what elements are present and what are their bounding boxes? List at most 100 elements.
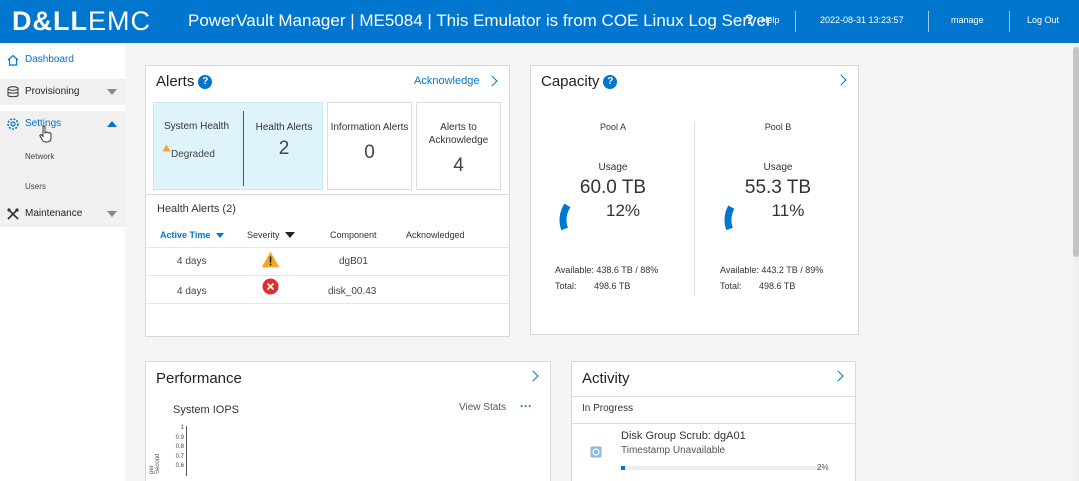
y-axis-line — [186, 426, 187, 476]
chevron-up-icon — [107, 121, 117, 127]
column-header-active-time[interactable]: Active Time — [160, 230, 224, 240]
help-circle-icon[interactable]: ? — [198, 75, 213, 89]
row-component: dgB01 — [339, 256, 368, 267]
divider — [572, 423, 855, 424]
top-header: D&LLEMC PowerVault Manager | ME5084 | Th… — [0, 0, 1079, 43]
task-progress-fill — [621, 466, 625, 470]
row-active-time: 4 days — [177, 286, 207, 297]
row-active-time: 4 days — [177, 256, 207, 267]
activity-title: Activity — [582, 370, 630, 387]
tile-value: 0 — [364, 142, 375, 163]
task-progress-bar — [621, 466, 821, 470]
logout-link[interactable]: Log Out — [1027, 15, 1059, 25]
help-link[interactable]: Help — [761, 15, 780, 25]
task-timestamp: Timestamp Unavailable — [621, 445, 726, 456]
sort-down-icon — [285, 232, 296, 238]
header-datetime: 2022-08-31 13:23:57 — [820, 15, 904, 25]
more-options-icon[interactable]: ··· — [520, 399, 532, 413]
header-divider — [1009, 11, 1010, 32]
table-row[interactable]: 4 days disk_00.43 — [146, 276, 509, 303]
chevron-right-icon[interactable] — [486, 75, 498, 87]
row-component: disk_00.43 — [328, 286, 377, 297]
column-header-severity[interactable]: Severity — [247, 230, 296, 240]
usage-tb: 55.3 TB — [744, 177, 812, 198]
alerts-to-acknowledge-tile[interactable]: Alerts to Acknowledge 4 — [416, 102, 501, 190]
pool-name: Pool B — [764, 122, 792, 132]
health-tiles[interactable]: System Health Degraded Health Alerts 2 — [153, 102, 323, 190]
pool-b-available: Available: 443.2 TB / 89% — [720, 265, 824, 275]
column-header-component[interactable]: Component — [330, 230, 377, 240]
pool-divider — [694, 122, 695, 296]
help-icon[interactable]: ? — [745, 11, 754, 27]
capacity-title: Capacity? — [541, 73, 618, 90]
chevron-right-icon[interactable] — [835, 74, 847, 86]
disk-group-icon — [590, 446, 602, 458]
activity-panel: Activity In Progress Disk Group Scrub: d… — [571, 361, 856, 481]
usage-label: Usage — [763, 162, 793, 173]
sort-down-icon — [215, 233, 224, 238]
sidebar-item-label: Dashboard — [25, 54, 74, 65]
usage-tb: 60.0 TB — [579, 177, 647, 198]
tile-label: Information Alerts — [330, 122, 409, 133]
tile-value: 2 — [278, 138, 290, 159]
task-name: Disk Group Scrub: dgA01 — [621, 430, 746, 442]
scrollbar-thumb[interactable] — [1073, 47, 1079, 257]
header-divider — [795, 11, 796, 32]
task-percent: 2% — [817, 463, 829, 472]
health-alerts-list-title: Health Alerts (2) — [157, 203, 236, 215]
help-circle-icon[interactable]: ? — [603, 75, 618, 89]
system-health-value: Degraded — [171, 149, 215, 160]
y-axis-label: per Second — [149, 453, 161, 474]
sidebar-item-maintenance[interactable]: Maintenance — [0, 201, 125, 227]
sidebar-subitem-users[interactable]: Users — [25, 182, 46, 191]
page-scrollbar[interactable] — [1073, 43, 1079, 481]
system-health-label: System Health — [164, 121, 230, 132]
system-iops-title: System IOPS — [173, 404, 240, 416]
warning-icon — [261, 251, 280, 268]
header-divider — [928, 11, 929, 32]
pool-a-usage-gauge — [559, 203, 571, 231]
row-divider — [146, 303, 509, 304]
column-header-acknowledged[interactable]: Acknowledged — [406, 230, 465, 240]
error-icon — [262, 278, 279, 295]
dell-emc-logo: D&LLEMC — [12, 6, 151, 36]
hand-cursor-icon — [39, 125, 52, 143]
system-health-tile[interactable]: System Health Degraded — [154, 103, 243, 189]
pool-a-available: Available: 438.6 TB / 88% — [555, 265, 659, 275]
pool-name: Pool A — [599, 122, 627, 132]
chevron-down-icon — [107, 211, 117, 217]
chevron-right-icon[interactable] — [832, 370, 844, 382]
chevron-right-icon[interactable] — [527, 370, 539, 382]
view-stats-link[interactable]: View Stats — [459, 402, 506, 413]
health-alerts-tile[interactable]: Health Alerts 2 — [244, 103, 324, 189]
y-axis-ticks: 1 0.9 0.8 0.7 0.6 — [175, 425, 184, 469]
acknowledge-link[interactable]: Acknowledge — [414, 75, 479, 87]
sidebar-item-settings[interactable]: Settings — [0, 111, 125, 137]
home-icon — [7, 54, 19, 66]
app-title: PowerVault Manager | ME5084 | This Emula… — [188, 11, 772, 30]
pool-b-usage-gauge — [724, 205, 735, 231]
information-alerts-tile[interactable]: Information Alerts 0 — [327, 102, 412, 190]
sidebar-item-dashboard[interactable]: Dashboard — [0, 47, 125, 73]
tile-label: Health Alerts — [255, 122, 313, 133]
capacity-panel: Capacity? Pool A Usage 60.0 TB 12% Pool … — [530, 65, 859, 335]
performance-title: Performance — [156, 370, 242, 387]
tile-value: 4 — [453, 155, 464, 176]
chevron-down-icon — [107, 89, 117, 95]
sidebar-subitem-network[interactable]: Network — [25, 152, 54, 161]
sidebar-item-label: Provisioning — [25, 86, 80, 97]
user-menu[interactable]: manage — [951, 15, 984, 25]
database-icon — [7, 86, 19, 98]
performance-panel: Performance System IOPS View Stats ··· p… — [145, 361, 551, 481]
gear-icon — [7, 118, 19, 130]
divider — [146, 194, 509, 195]
warning-icon — [162, 144, 171, 152]
in-progress-heading: In Progress — [582, 403, 634, 414]
pool-a-total: Total: 498.6 TB — [555, 281, 631, 291]
tools-icon — [7, 208, 19, 220]
table-row[interactable]: 4 days dgB01 — [146, 248, 509, 275]
sidebar-item-provisioning[interactable]: Provisioning — [0, 79, 125, 105]
alerts-title: Alerts? — [156, 73, 213, 90]
divider — [572, 396, 855, 397]
alerts-panel: Alerts? Acknowledge System Health Degrad… — [145, 65, 510, 337]
